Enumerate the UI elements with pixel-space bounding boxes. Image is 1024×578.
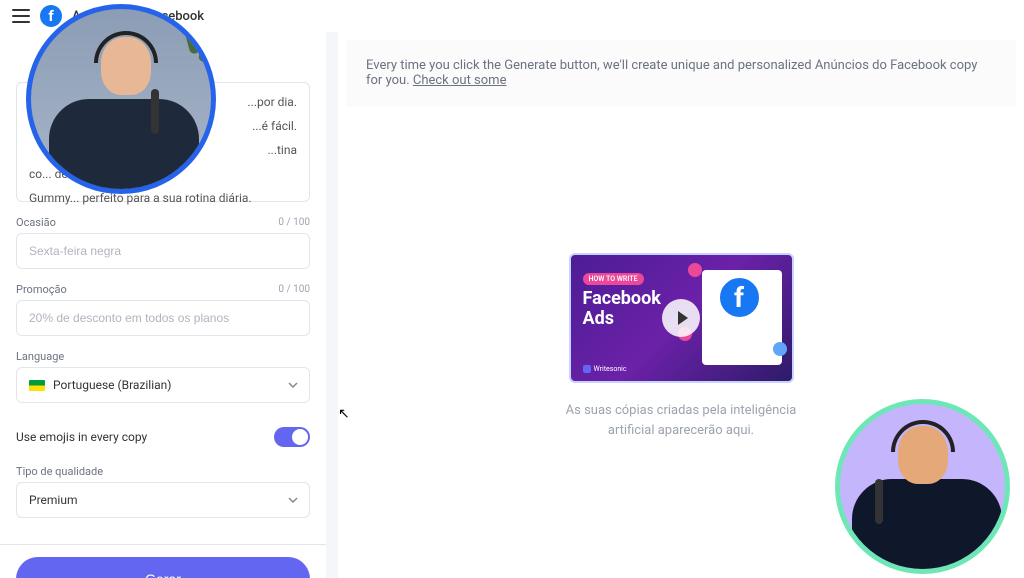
- webcam-overlay-left: [26, 4, 216, 194]
- occasion-label: Ocasião: [16, 216, 56, 229]
- emoji-toggle-label: Use emojis in every copy: [16, 430, 147, 444]
- tutorial-video-thumb[interactable]: HOW TO WRITE FacebookAds Writesonic: [569, 253, 794, 383]
- webcam-overlay-right: [835, 399, 1010, 574]
- language-select[interactable]: Portuguese (Brazilian): [16, 367, 310, 403]
- occasion-count: 0 / 100: [278, 217, 310, 228]
- facebook-icon: [717, 275, 762, 320]
- quality-label: Tipo de qualidade: [16, 465, 103, 478]
- mouse-cursor-icon: ↖: [338, 406, 350, 422]
- promotion-count: 0 / 100: [278, 284, 310, 295]
- emoji-toggle[interactable]: [274, 427, 310, 447]
- info-banner: Every time you click the Generate button…: [346, 40, 1016, 107]
- empty-state-caption: As suas cópias criadas pela inteligência…: [541, 401, 821, 440]
- quality-select[interactable]: Premium: [16, 482, 310, 518]
- play-icon[interactable]: [662, 299, 700, 337]
- menu-icon[interactable]: [12, 9, 30, 23]
- divider: [0, 544, 326, 545]
- examples-link[interactable]: Check out some: [413, 73, 507, 88]
- promotion-label: Promoção: [16, 283, 67, 296]
- language-label: Language: [16, 350, 64, 363]
- occasion-input[interactable]: [16, 233, 310, 269]
- flag-br-icon: [29, 380, 45, 391]
- promotion-input[interactable]: [16, 300, 310, 336]
- generate-button[interactable]: Gerar: [16, 557, 310, 578]
